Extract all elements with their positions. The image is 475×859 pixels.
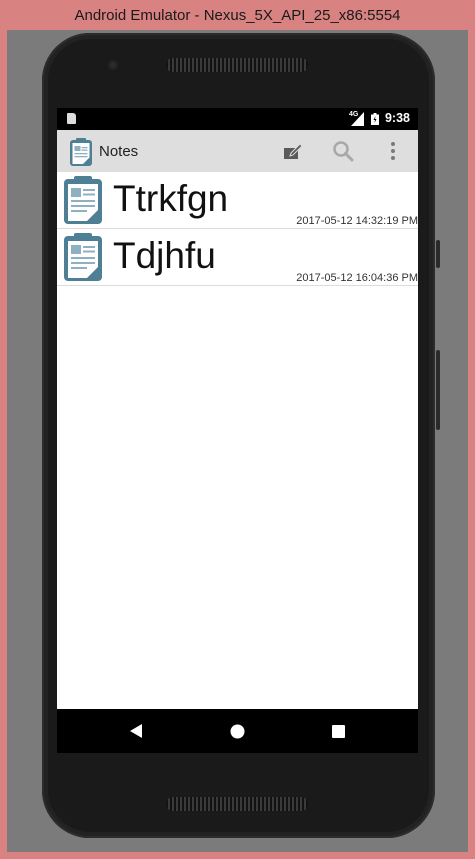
status-clock: 9:38 (384, 111, 410, 125)
note-timestamp: 2017-05-12 14:32:19 PM (296, 215, 418, 227)
home-icon[interactable] (227, 721, 247, 741)
back-icon[interactable] (126, 721, 146, 741)
emulator-title-bar: Android Emulator - Nexus_5X_API_25_x86:5… (0, 0, 475, 30)
sd-card-icon (67, 113, 76, 124)
overflow-menu-icon[interactable] (381, 139, 405, 163)
search-icon[interactable] (331, 139, 355, 163)
bottom-speaker (166, 797, 308, 811)
note-title: Ttrkfgn (113, 178, 229, 219)
app-title: Notes (99, 143, 139, 160)
front-camera (108, 60, 118, 70)
navigation-bar (57, 709, 418, 753)
note-icon (64, 176, 102, 224)
notes-list: Ttrkfgn 2017-05-12 14:32:19 PM Tdjhfu 20… (57, 172, 418, 286)
notes-app-icon (70, 138, 92, 166)
status-bar: 4G 9:38 (57, 108, 418, 130)
note-icon (64, 233, 102, 281)
new-note-icon[interactable] (281, 139, 305, 163)
list-item[interactable]: Tdjhfu 2017-05-12 16:04:36 PM (57, 229, 418, 286)
device-screen: 4G 9:38 Notes Ttrkfgn 2017-05-12 14:32:1… (57, 108, 418, 753)
list-item[interactable]: Ttrkfgn 2017-05-12 14:32:19 PM (57, 172, 418, 229)
note-title: Tdjhfu (113, 235, 216, 276)
note-timestamp: 2017-05-12 16:04:36 PM (296, 272, 418, 284)
recents-icon[interactable] (328, 721, 348, 741)
battery-icon (371, 113, 379, 125)
volume-button[interactable] (436, 350, 440, 430)
window-title: Android Emulator - Nexus_5X_API_25_x86:5… (74, 7, 401, 24)
action-bar: Notes (57, 130, 418, 173)
top-speaker (166, 58, 308, 72)
power-button[interactable] (436, 240, 440, 268)
